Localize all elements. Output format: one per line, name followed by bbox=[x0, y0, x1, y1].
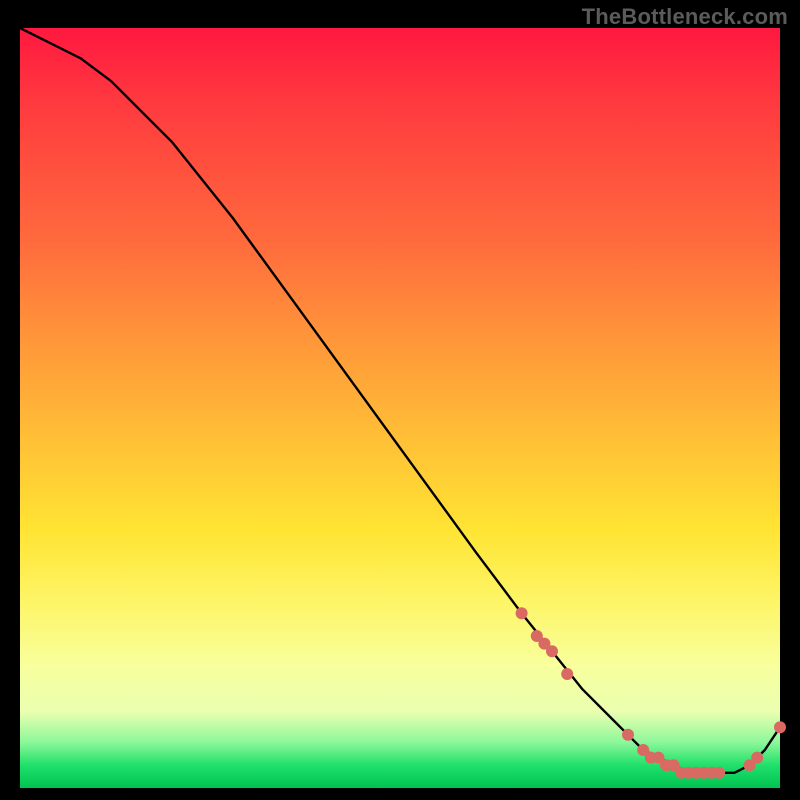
highlight-marker bbox=[713, 767, 725, 779]
highlight-marker bbox=[751, 752, 763, 764]
watermark-text: TheBottleneck.com bbox=[582, 4, 788, 30]
chart-stage: TheBottleneck.com bbox=[0, 0, 800, 800]
highlight-marker bbox=[516, 607, 528, 619]
highlight-marker bbox=[774, 721, 786, 733]
plot-area bbox=[20, 28, 780, 788]
chart-svg bbox=[20, 28, 780, 788]
highlight-marker bbox=[546, 645, 558, 657]
bottleneck-curve bbox=[20, 28, 780, 773]
highlight-markers bbox=[516, 607, 786, 779]
highlight-marker bbox=[561, 668, 573, 680]
highlight-marker bbox=[622, 729, 634, 741]
